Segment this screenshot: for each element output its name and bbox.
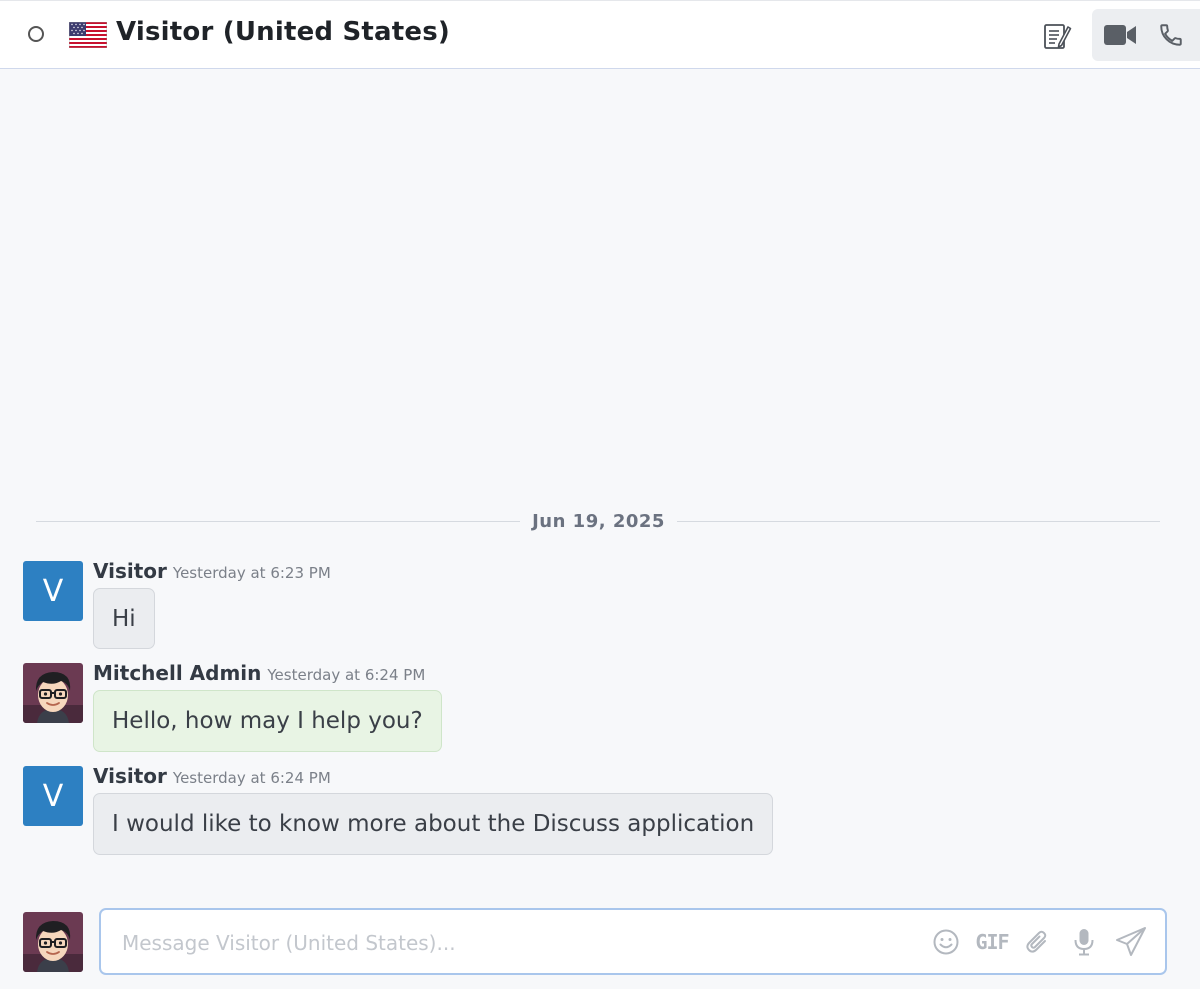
message-timestamp: Yesterday at 6:24 PM: [172, 769, 331, 787]
gif-button[interactable]: GIF: [974, 926, 1010, 958]
notes-icon: [1044, 24, 1072, 49]
phone-icon: [1160, 24, 1182, 46]
message-text: I would like to know more about the Disc…: [112, 811, 755, 837]
conversation-title: Visitor (United States): [116, 17, 450, 47]
send-icon: [1116, 927, 1146, 956]
avatar[interactable]: V: [23, 561, 83, 621]
message-header: Visitor Yesterday at 6:23 PM: [93, 559, 331, 583]
message-timestamp: Yesterday at 6:23 PM: [172, 564, 331, 582]
separator-line: [677, 521, 1160, 522]
message-bubble[interactable]: Hi: [93, 588, 155, 649]
avatar[interactable]: [23, 663, 83, 723]
emoji-icon: [933, 929, 959, 955]
message-author[interactable]: Visitor: [93, 559, 167, 583]
message-header: Visitor Yesterday at 6:24 PM: [93, 764, 331, 788]
message-header: Mitchell Admin Yesterday at 6:24 PM: [93, 661, 425, 685]
phone-call-button[interactable]: [1154, 18, 1188, 52]
separator-line: [36, 521, 520, 522]
emoji-button[interactable]: [930, 926, 962, 958]
notes-button[interactable]: [1038, 18, 1076, 54]
avatar[interactable]: V: [23, 766, 83, 826]
video-call-button[interactable]: [1102, 19, 1138, 51]
message-text: Hi: [112, 605, 136, 632]
us-flag-icon: [69, 22, 107, 48]
chat-header: Visitor (United States): [0, 0, 1200, 69]
voice-message-button[interactable]: [1068, 926, 1100, 958]
attach-file-button[interactable]: [1022, 926, 1054, 958]
offline-status-icon: [28, 26, 44, 42]
gif-icon: GIF: [975, 930, 1009, 954]
paperclip-icon: [1026, 930, 1047, 953]
date-separator: Jun 19, 2025: [36, 508, 1160, 534]
message-text: Hello, how may I help you?: [112, 708, 423, 734]
admin-avatar-image: [23, 663, 83, 723]
admin-avatar-image: [23, 912, 83, 972]
video-camera-icon: [1104, 25, 1136, 45]
message-author[interactable]: Visitor: [93, 764, 167, 788]
microphone-icon: [1074, 929, 1094, 956]
message-bubble[interactable]: I would like to know more about the Disc…: [93, 793, 774, 855]
message-input[interactable]: [120, 924, 904, 962]
message-timestamp: Yesterday at 6:24 PM: [267, 666, 426, 684]
call-actions: [1092, 9, 1200, 61]
send-button[interactable]: [1113, 926, 1149, 958]
date-separator-label: Jun 19, 2025: [532, 511, 665, 532]
composer-avatar: [23, 912, 83, 972]
message-composer: GIF: [99, 908, 1167, 975]
message-bubble[interactable]: Hello, how may I help you?: [93, 690, 442, 752]
message-author[interactable]: Mitchell Admin: [93, 661, 261, 685]
